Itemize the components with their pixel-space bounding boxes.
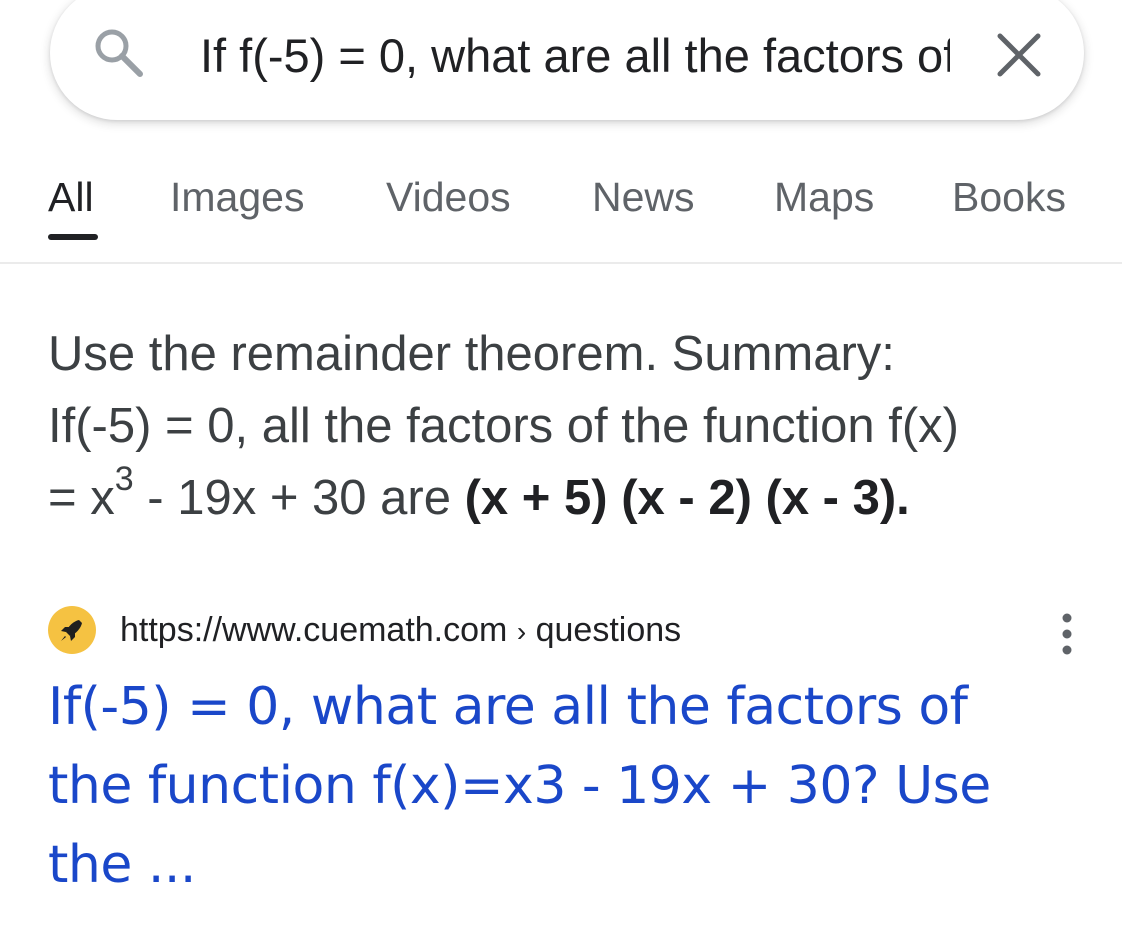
snippet-answer: (x + 5) (x - 2) (x - 3). <box>464 471 910 525</box>
source-url[interactable]: https://www.cuemath.com › questions <box>120 608 681 654</box>
snippet-equation-prefix: = x <box>48 471 115 525</box>
result-title-link[interactable]: If(-5) = 0, what are all the factors of … <box>48 668 1048 905</box>
snippet-exponent: 3 <box>114 460 134 498</box>
close-icon[interactable] <box>994 30 1044 80</box>
tab-images[interactable]: Images <box>170 172 304 222</box>
search-input[interactable] <box>200 26 950 86</box>
featured-snippet: Use the remainder theorem. Summary: If(-… <box>48 318 1088 534</box>
rocket-icon <box>61 620 82 641</box>
site-favicon <box>48 606 96 654</box>
tab-books[interactable]: Books <box>952 172 1066 222</box>
result-title-line: the ... <box>48 835 196 895</box>
tab-news[interactable]: News <box>592 172 695 222</box>
snippet-equation-middle: - 19x + 30 are <box>133 471 465 525</box>
source-path: questions <box>535 611 682 649</box>
tab-all[interactable]: All <box>48 172 94 222</box>
snippet-line: If(-5) = 0, all the factors of the funct… <box>48 399 959 453</box>
source-domain: https://www.cuemath.com <box>120 611 508 649</box>
result-title-line: the function f(x)=x3 - 19x + 30? Use <box>48 756 991 816</box>
more-vertical-icon[interactable] <box>1054 612 1080 658</box>
search-bar <box>50 0 1084 120</box>
result-title-line: If(-5) = 0, what are all the factors of <box>48 677 968 737</box>
active-tab-indicator <box>48 234 98 240</box>
search-icon[interactable] <box>90 24 146 80</box>
search-tabs: All Images Videos News Maps Books <box>0 150 1122 264</box>
tab-videos[interactable]: Videos <box>386 172 511 222</box>
result-source[interactable]: https://www.cuemath.com › questions <box>48 604 1088 658</box>
snippet-line: Use the remainder theorem. Summary: <box>48 327 895 381</box>
snippet-line: = x3 - 19x + 30 are (x + 5) (x - 2) (x -… <box>48 462 1088 534</box>
breadcrumb-separator: › <box>516 616 527 647</box>
tab-maps[interactable]: Maps <box>774 172 874 222</box>
